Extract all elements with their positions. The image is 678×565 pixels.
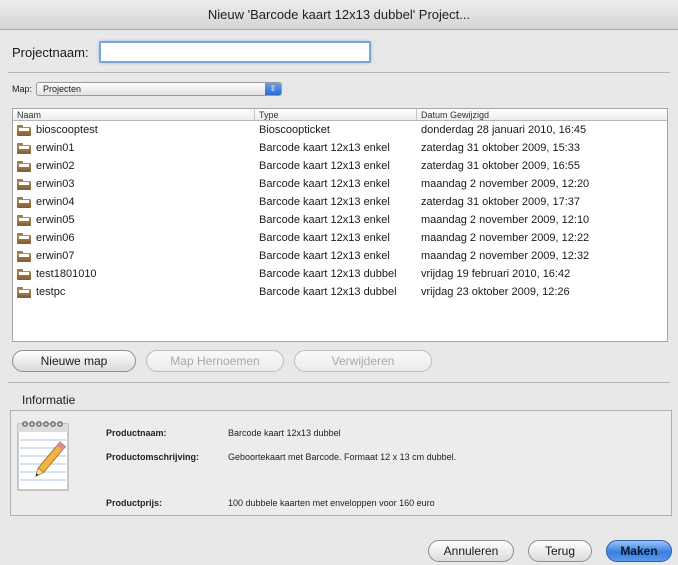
row-name: erwin04 xyxy=(36,196,75,208)
product-name-label: Productnaam: xyxy=(106,428,167,438)
product-name-value: Barcode kaart 12x13 dubbel xyxy=(228,428,341,438)
map-select-value: Projecten xyxy=(43,84,82,94)
row-type: Barcode kaart 12x13 enkel xyxy=(259,232,390,244)
window-title: Nieuw 'Barcode kaart 12x13 dubbel' Proje… xyxy=(0,0,678,30)
folder-icon xyxy=(17,160,31,172)
new-folder-button[interactable]: Nieuwe map xyxy=(12,350,136,372)
row-type: Barcode kaart 12x13 enkel xyxy=(259,178,390,190)
product-description-value: Geboortekaart met Barcode. Formaat 12 x … xyxy=(228,452,457,462)
row-name: test1801010 xyxy=(36,268,97,280)
row-type: Barcode kaart 12x13 enkel xyxy=(259,214,390,226)
table-row[interactable]: erwin06 Barcode kaart 12x13 enkel maandag … xyxy=(13,229,667,247)
table-header: Naam Type Datum Gewijzigd xyxy=(13,109,667,121)
row-name: erwin02 xyxy=(36,160,75,172)
map-select[interactable]: Projecten ⇳ xyxy=(36,82,283,96)
row-name-cell: erwin01 xyxy=(13,139,255,157)
row-name-cell: erwin06 xyxy=(13,229,255,247)
info-title: Informatie xyxy=(22,393,76,407)
row-date: zaterdag 31 oktober 2009, 16:55 xyxy=(421,160,581,172)
project-name-input[interactable] xyxy=(98,41,371,63)
row-type: Barcode kaart 12x13 enkel xyxy=(259,196,390,208)
product-price-label: Productprijs: xyxy=(106,498,163,508)
row-date: vrijdag 23 oktober 2009, 12:26 xyxy=(421,286,570,298)
table-row[interactable]: testpc Barcode kaart 12x13 dubbel vrijdag … xyxy=(13,283,667,301)
row-type: Barcode kaart 12x13 dubbel xyxy=(259,286,397,298)
project-name-row: Projectnaam: xyxy=(12,40,371,64)
folder-icon xyxy=(17,124,31,136)
row-type: Bioscoopticket xyxy=(259,124,330,136)
table-row[interactable]: erwin01 Barcode kaart 12x13 enkel zaterdag… xyxy=(13,139,667,157)
folder-icon xyxy=(17,250,31,262)
divider xyxy=(8,382,670,383)
divider xyxy=(8,72,670,73)
row-date: maandag 2 november 2009, 12:22 xyxy=(421,232,590,244)
row-type: Barcode kaart 12x13 dubbel xyxy=(259,268,397,280)
create-button[interactable]: Maken xyxy=(606,540,672,562)
updown-arrows-icon: ⇳ xyxy=(265,83,282,95)
column-header-naam[interactable]: Naam xyxy=(13,109,255,120)
row-name-cell: erwin03 xyxy=(13,175,255,193)
folder-icon xyxy=(17,178,31,190)
table-row[interactable]: test1801010 Barcode kaart 12x13 dubbel vri… xyxy=(13,265,667,283)
row-name-cell: test1801010 xyxy=(13,265,255,283)
folder-icon xyxy=(17,196,31,208)
row-name: erwin06 xyxy=(36,232,75,244)
row-date: vrijdag 19 februari 2010, 16:42 xyxy=(421,268,571,280)
row-date: maandag 2 november 2009, 12:20 xyxy=(421,178,590,190)
table-row[interactable]: erwin07 Barcode kaart 12x13 enkel maandag … xyxy=(13,247,667,265)
map-label: Map: xyxy=(12,84,33,94)
row-date: donderdag 28 januari 2010, 16:45 xyxy=(421,124,587,136)
row-name: erwin07 xyxy=(36,250,75,262)
folder-icon xyxy=(17,232,31,244)
delete-button[interactable]: Verwijderen xyxy=(294,350,432,372)
column-header-type[interactable]: Type xyxy=(255,109,417,120)
column-header-datum[interactable]: Datum Gewijzigd xyxy=(417,109,667,120)
row-name-cell: erwin05 xyxy=(13,211,255,229)
row-name-cell: testpc xyxy=(13,283,255,301)
product-price-value: 100 dubbele kaarten met enveloppen voor … xyxy=(228,498,435,508)
row-name-cell: bioscooptest xyxy=(13,121,255,139)
row-name: erwin05 xyxy=(36,214,75,226)
row-name: testpc xyxy=(36,286,66,298)
folder-icon xyxy=(17,214,31,226)
table-row[interactable]: erwin03 Barcode kaart 12x13 enkel maandag … xyxy=(13,175,667,193)
table-row[interactable]: bioscooptest Bioscoopticket donderdag 28 j… xyxy=(13,121,667,139)
row-type: Barcode kaart 12x13 enkel xyxy=(259,160,390,172)
table-body: bioscooptest Bioscoopticket donderdag 28 j… xyxy=(13,121,667,301)
row-date: maandag 2 november 2009, 12:10 xyxy=(421,214,590,226)
table-row[interactable]: erwin02 Barcode kaart 12x13 enkel zaterdag… xyxy=(13,157,667,175)
back-button[interactable]: Terug xyxy=(528,540,592,562)
table-row[interactable]: erwin05 Barcode kaart 12x13 enkel maandag … xyxy=(13,211,667,229)
project-table: Naam Type Datum Gewijzigd bioscooptest Bi… xyxy=(12,108,668,342)
row-type: Barcode kaart 12x13 enkel xyxy=(259,142,390,154)
table-row[interactable]: erwin04 Barcode kaart 12x13 enkel zaterdag… xyxy=(13,193,667,211)
row-date: zaterdag 31 oktober 2009, 15:33 xyxy=(421,142,581,154)
row-name: erwin01 xyxy=(36,142,75,154)
row-name-cell: erwin02 xyxy=(13,157,255,175)
map-row: Map: Projecten ⇳ xyxy=(12,82,283,96)
folder-icon xyxy=(17,286,31,298)
folder-icon xyxy=(17,142,31,154)
row-date: zaterdag 31 oktober 2009, 17:37 xyxy=(421,196,581,208)
row-type: Barcode kaart 12x13 enkel xyxy=(259,250,390,262)
row-name: bioscooptest xyxy=(36,124,98,136)
rename-folder-button[interactable]: Map Hernoemen xyxy=(146,350,284,372)
row-name-cell: erwin04 xyxy=(13,193,255,211)
product-description-label: Productomschrijving: xyxy=(106,452,200,462)
notepad-pencil-icon xyxy=(17,421,69,491)
row-name-cell: erwin07 xyxy=(13,247,255,265)
row-name: erwin03 xyxy=(36,178,75,190)
folder-icon xyxy=(17,268,31,280)
project-name-label: Projectnaam: xyxy=(12,44,89,60)
cancel-button[interactable]: Annuleren xyxy=(428,540,514,562)
row-date: maandag 2 november 2009, 12:32 xyxy=(421,250,590,262)
